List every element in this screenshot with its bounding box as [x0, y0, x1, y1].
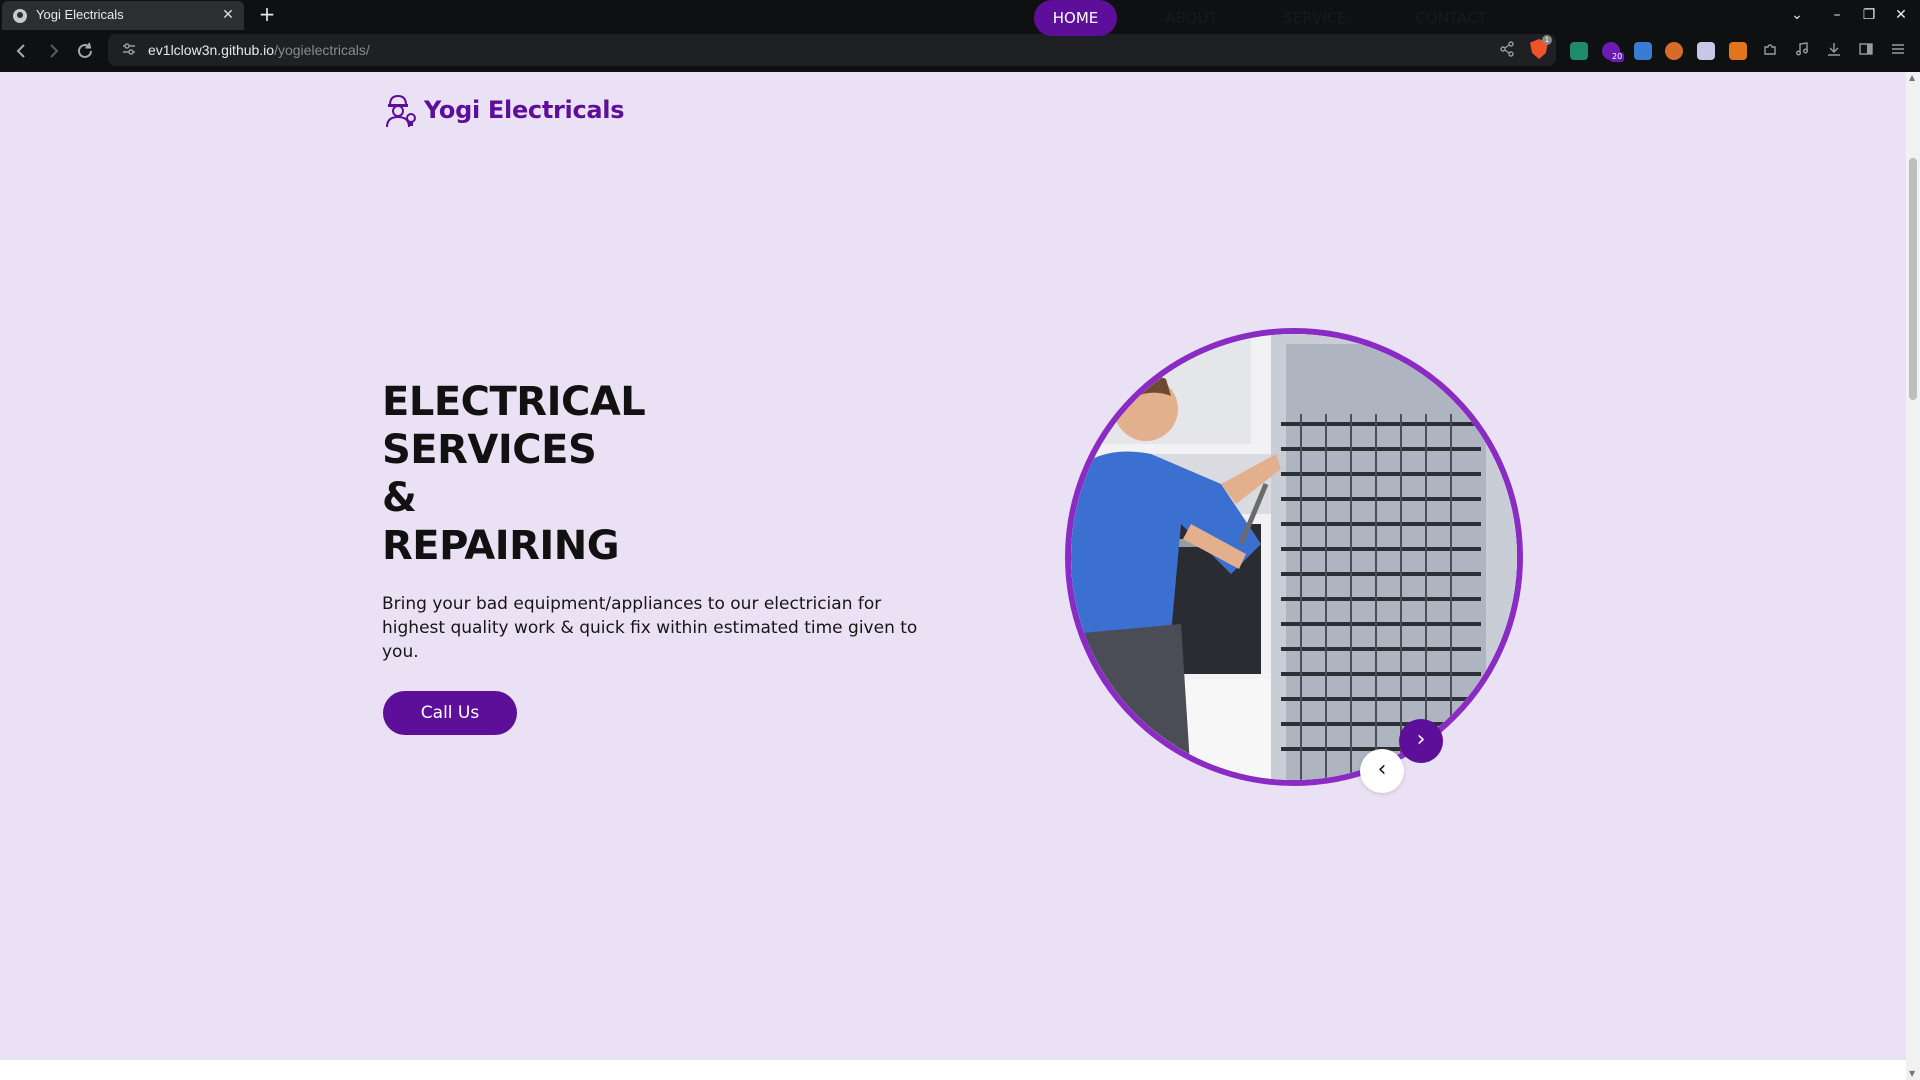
- tab-title: Yogi Electricals: [36, 7, 124, 22]
- media-icon[interactable]: [1791, 40, 1813, 62]
- extension-video-icon[interactable]: [1697, 42, 1715, 60]
- url-host: ev1lclow3n.github.io: [148, 42, 275, 58]
- forward-icon[interactable]: [42, 40, 64, 62]
- sidebar-icon[interactable]: [1855, 40, 1877, 62]
- minimize-button[interactable]: –: [1827, 5, 1847, 25]
- browser-tab[interactable]: Yogi Electricals ✕: [2, 1, 244, 30]
- address-bar[interactable]: ev1lclow3n.github.io/yogielectricals/ 1: [108, 34, 1556, 66]
- hero-title-line: REPAIRING: [382, 523, 620, 569]
- nav-contact[interactable]: CONTACT: [1405, 0, 1497, 36]
- call-us-button[interactable]: Call Us: [383, 691, 517, 735]
- webpage: [0, 72, 1906, 1060]
- scroll-up-icon[interactable]: ▲: [1909, 74, 1917, 82]
- technician-photo: [1071, 334, 1517, 780]
- share-icon[interactable]: [1498, 40, 1516, 62]
- hero-image: [1065, 328, 1523, 786]
- download-icon[interactable]: [1823, 40, 1845, 62]
- restore-button[interactable]: ❐: [1859, 5, 1879, 25]
- scroll-down-icon[interactable]: ▼: [1909, 1070, 1917, 1078]
- back-icon[interactable]: [11, 40, 33, 62]
- extensions-puzzle-icon[interactable]: [1759, 40, 1781, 62]
- extension-purple-icon[interactable]: 20: [1602, 42, 1625, 62]
- extension-translate-icon[interactable]: [1634, 42, 1652, 60]
- site-logo[interactable]: Yogi Electricals: [382, 92, 625, 128]
- metamask-icon[interactable]: [1729, 42, 1747, 60]
- globe-icon: [13, 9, 27, 23]
- carousel-next-button[interactable]: ›: [1399, 719, 1443, 763]
- extension-cookie-icon[interactable]: [1665, 42, 1683, 60]
- nav-service[interactable]: SERVICE: [1270, 0, 1360, 36]
- logo-text: Yogi Electricals: [424, 96, 625, 124]
- page-scrollbar[interactable]: ▲ ▼: [1906, 72, 1920, 1080]
- extension-monitor-icon[interactable]: [1570, 42, 1588, 60]
- url-path: /yogielectricals/: [274, 42, 370, 58]
- carousel-prev-button[interactable]: ‹: [1360, 749, 1404, 793]
- menu-icon[interactable]: [1887, 40, 1909, 62]
- close-tab-icon[interactable]: ✕: [220, 6, 236, 24]
- site-settings-icon[interactable]: [120, 40, 138, 58]
- extension-badge: 20: [1610, 52, 1625, 62]
- browser-toolbar: ev1lclow3n.github.io/yogielectricals/ 1 …: [0, 30, 1920, 72]
- page-bottom-strip: [0, 1060, 1906, 1080]
- tab-search-icon[interactable]: ⌄: [1787, 5, 1807, 25]
- scroll-thumb[interactable]: [1909, 158, 1917, 400]
- nav-about[interactable]: ABOUT: [1150, 0, 1233, 36]
- hero-title-line: SERVICES: [382, 427, 597, 473]
- browser-tab-bar: Yogi Electricals ✕ + ⌄ – ❐ ✕: [0, 0, 1920, 30]
- reload-icon[interactable]: [74, 40, 96, 62]
- url-text: ev1lclow3n.github.io/yogielectricals/: [148, 42, 370, 58]
- shield-count-badge: 1: [1542, 35, 1552, 45]
- electrician-icon: [386, 94, 416, 128]
- close-window-button[interactable]: ✕: [1891, 5, 1911, 25]
- hero-title-line: ELECTRICAL: [382, 379, 646, 425]
- hero-description: Bring your bad equipment/appliances to o…: [382, 594, 918, 662]
- nav-home[interactable]: HOME: [1034, 0, 1117, 36]
- hero-title-line: &: [382, 475, 417, 521]
- hero-title: ELECTRICAL SERVICES & REPAIRING: [382, 378, 902, 570]
- new-tab-button[interactable]: +: [256, 3, 278, 25]
